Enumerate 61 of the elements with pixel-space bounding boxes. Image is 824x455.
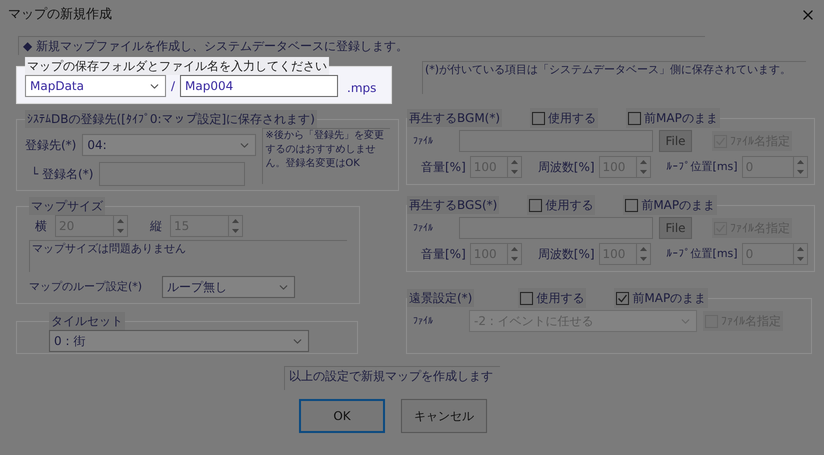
checkbox[interactable]: 使用する bbox=[518, 288, 586, 308]
note-text: (*)が付いている項目は「システムデータベース」側に保存されています。 bbox=[422, 61, 806, 94]
folder-dropdown[interactable]: MapData bbox=[25, 75, 166, 97]
warning-text: ※後から「登録先」を変更するのはおすすめしません。登録名変更はOK bbox=[262, 128, 390, 184]
extension-text: .mps bbox=[347, 80, 376, 97]
file-label: ﾌｧｲﾙ bbox=[413, 222, 434, 236]
footer-note-text: 以上の設定で新規マップを作成します bbox=[284, 366, 500, 390]
dialog-button[interactable]: キャンセル bbox=[401, 399, 487, 433]
up-arrow-icon[interactable] bbox=[510, 160, 518, 164]
down-arrow-icon[interactable] bbox=[510, 170, 518, 174]
tileset-dropdown[interactable]: 0 : 街 bbox=[49, 330, 309, 352]
up-arrow-icon[interactable] bbox=[117, 219, 124, 223]
group-title: ｼｽﾃﾑDBの登録先([ﾀｲﾌﾟ0:マップ設定]に保存されます) bbox=[25, 110, 317, 128]
file-label: ﾌｧｲﾙ bbox=[413, 314, 434, 328]
down-arrow-icon[interactable] bbox=[640, 257, 647, 261]
loop-label: ﾙｰﾌﾟ位置[ms] bbox=[666, 246, 738, 262]
group-title: 再生するBGM(*) bbox=[407, 109, 502, 127]
loop-label: ﾙｰﾌﾟ位置[ms] bbox=[666, 158, 738, 175]
up-arrow-icon[interactable] bbox=[640, 247, 647, 251]
loop-dropdown[interactable]: ループ無し bbox=[162, 276, 296, 298]
checkbox[interactable]: 使用する bbox=[530, 108, 598, 128]
file-button[interactable]: File bbox=[659, 217, 692, 239]
path-separator: / bbox=[171, 78, 176, 95]
checkbox[interactable]: 使用する bbox=[527, 195, 596, 215]
up-arrow-icon[interactable] bbox=[510, 247, 518, 251]
group-title: マップの保存フォルダとファイル名を入力してください bbox=[25, 57, 329, 75]
target-label: 登録先(*) bbox=[25, 137, 76, 154]
down-arrow-icon[interactable] bbox=[796, 257, 804, 261]
group-title: タイルセット bbox=[49, 312, 125, 330]
window-title: マップの新規作成 bbox=[8, 6, 112, 24]
info-text: ◆ 新規マップファイルを作成し、システムデータベースに登録します。 bbox=[18, 36, 705, 55]
group-title: 遠景設定(*) bbox=[407, 289, 474, 307]
loop-label: マップのループ設定(*) bbox=[29, 278, 142, 295]
size-status-text: マップサイズは問題ありません bbox=[29, 240, 347, 272]
frequency-label: 周波数[%] bbox=[538, 246, 595, 263]
group-title: 再生するBGS(*) bbox=[407, 196, 500, 214]
up-arrow-icon[interactable] bbox=[796, 247, 804, 251]
down-arrow-icon[interactable] bbox=[640, 170, 647, 174]
down-arrow-icon[interactable] bbox=[796, 170, 804, 174]
target-dropdown[interactable]: 04: bbox=[82, 134, 256, 156]
down-arrow-icon[interactable] bbox=[117, 229, 124, 233]
file-button[interactable]: File bbox=[659, 130, 692, 152]
file-label: ﾌｧｲﾙ bbox=[413, 134, 434, 148]
filename-field[interactable]: Map004 bbox=[180, 75, 338, 97]
check-icon bbox=[617, 292, 628, 304]
height-label: 縦 bbox=[150, 218, 162, 235]
up-arrow-icon[interactable] bbox=[232, 219, 239, 223]
checkbox[interactable]: 前MAPのまま bbox=[614, 288, 708, 308]
down-arrow-icon[interactable] bbox=[232, 229, 239, 233]
down-arrow-icon[interactable] bbox=[510, 257, 518, 261]
up-arrow-icon[interactable] bbox=[640, 160, 647, 164]
frequency-label: 周波数[%] bbox=[538, 159, 595, 176]
group-title: マップサイズ bbox=[29, 197, 105, 215]
dialog-button[interactable]: OK bbox=[299, 399, 385, 433]
name-label: └ 登録名(*) bbox=[31, 166, 94, 183]
up-arrow-icon[interactable] bbox=[796, 160, 804, 164]
checkbox[interactable]: 前MAPのまま bbox=[623, 195, 718, 215]
volume-label: 音量[%] bbox=[421, 159, 466, 176]
checkbox[interactable]: 前MAPのまま bbox=[626, 108, 720, 128]
width-label: 横 bbox=[35, 218, 47, 235]
volume-label: 音量[%] bbox=[421, 246, 466, 263]
